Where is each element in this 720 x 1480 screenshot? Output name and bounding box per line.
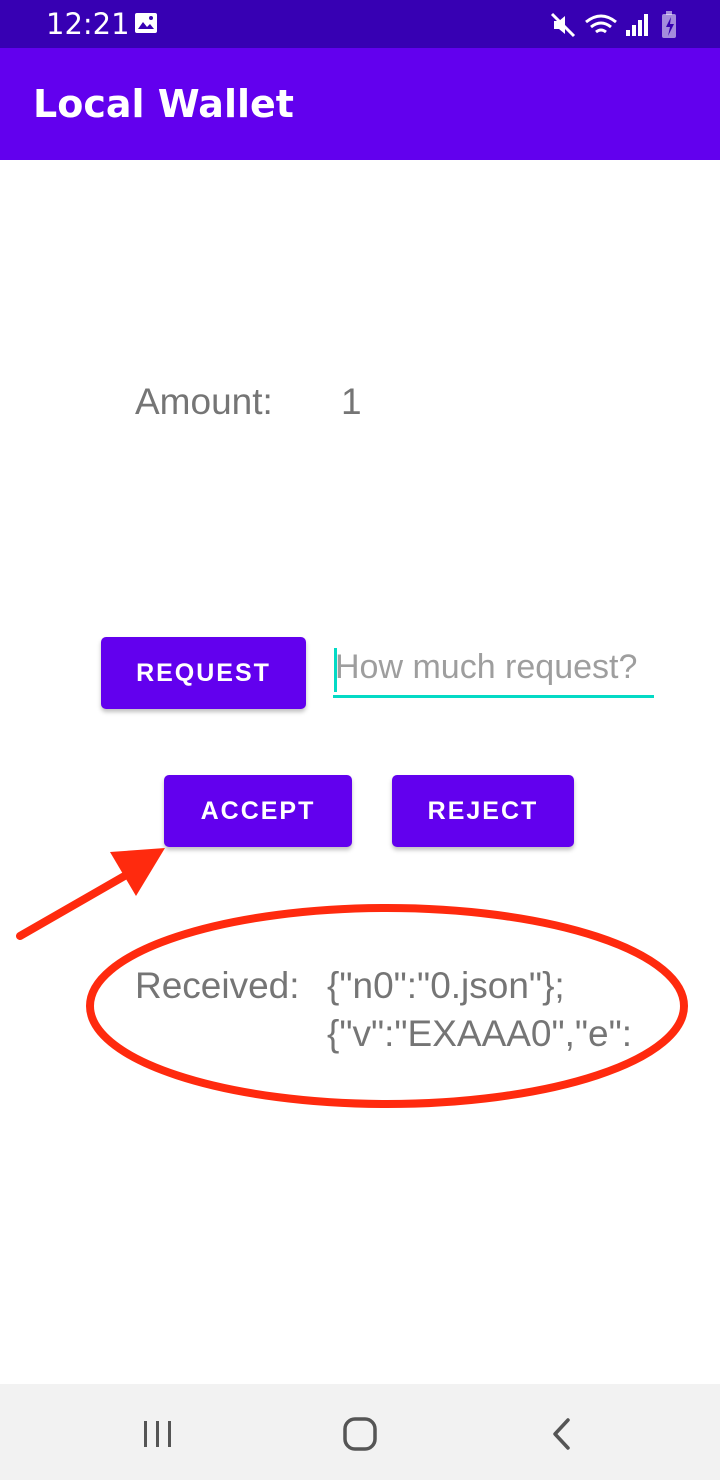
mute-icon <box>550 12 576 38</box>
status-bar: 12:21 <box>0 0 720 48</box>
image-icon <box>135 13 157 33</box>
received-value-line: {"n0":"0.json"}; <box>327 965 565 1006</box>
app-title: Local Wallet <box>33 82 294 126</box>
recents-icon <box>144 1421 171 1447</box>
app-bar: Local Wallet <box>0 48 720 160</box>
amount-value: 1 <box>341 381 362 422</box>
text-cursor <box>334 648 337 692</box>
annotation-overlay <box>16 848 688 1108</box>
navigation-bar <box>0 1384 720 1480</box>
home-button[interactable] <box>330 1412 390 1456</box>
status-time: 12:21 <box>46 7 130 41</box>
home-icon <box>343 1417 377 1451</box>
request-amount-input[interactable] <box>333 640 654 698</box>
recents-button[interactable] <box>128 1412 188 1456</box>
back-icon <box>553 1418 570 1450</box>
amount-label: Amount: <box>135 381 273 422</box>
wifi-icon <box>585 14 617 34</box>
back-button[interactable] <box>532 1412 592 1456</box>
received-value-line: {"v":"EXAAA0","e": <box>327 1013 633 1054</box>
received-label: Received: <box>135 965 300 1006</box>
accept-button[interactable]: ACCEPT <box>164 775 352 847</box>
signal-icon <box>626 14 648 36</box>
reject-button[interactable]: REJECT <box>392 775 574 847</box>
annotation-arrow <box>16 848 165 940</box>
status-icons <box>550 11 676 38</box>
battery-charging-icon <box>662 11 676 38</box>
request-button[interactable]: REQUEST <box>101 637 306 709</box>
